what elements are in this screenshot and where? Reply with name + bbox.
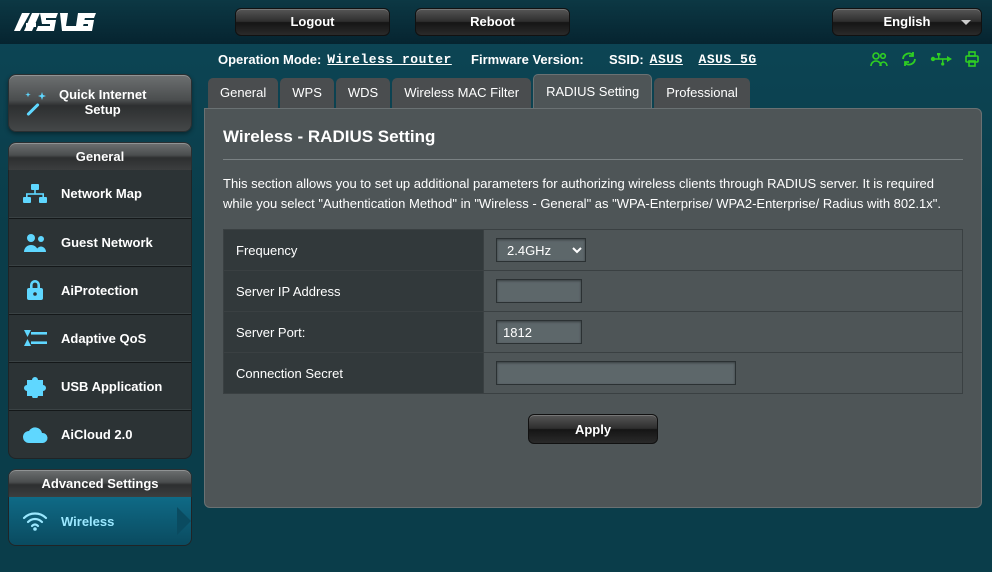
usb-icon[interactable]: [930, 52, 952, 66]
cloud-icon: [21, 421, 49, 449]
settings-form: Frequency 2.4GHz Server IP Address Serve…: [223, 229, 963, 394]
row-connection-secret: Connection Secret: [224, 353, 963, 394]
op-mode-label: Operation Mode:: [218, 52, 321, 67]
language-select[interactable]: English: [832, 8, 982, 36]
page-title: Wireless - RADIUS Setting: [223, 127, 963, 147]
puzzle-icon: [21, 372, 49, 400]
main-content: General WPS WDS Wireless MAC Filter RADI…: [200, 74, 992, 546]
op-mode-value[interactable]: Wireless router: [327, 52, 452, 67]
divider: [223, 159, 963, 160]
server-port-input[interactable]: [496, 320, 582, 344]
tab-radius-setting[interactable]: RADIUS Setting: [533, 74, 652, 108]
sidebar-item-network-map[interactable]: Network Map: [9, 170, 191, 218]
status-icons: [870, 51, 980, 67]
quick-internet-setup[interactable]: Quick Internet Setup: [8, 74, 192, 132]
printer-icon[interactable]: [964, 51, 980, 67]
frequency-select[interactable]: 2.4GHz: [496, 238, 586, 262]
secret-label: Connection Secret: [224, 353, 484, 394]
tab-wds[interactable]: WDS: [336, 78, 390, 108]
logout-button[interactable]: Logout: [235, 8, 390, 36]
sidebar-item-label: Adaptive QoS: [61, 331, 146, 346]
language-label: English: [884, 14, 931, 29]
wand-icon: [21, 89, 49, 117]
sidebar-item-label: AiProtection: [61, 283, 138, 298]
tab-wps[interactable]: WPS: [280, 78, 334, 108]
sidebar-item-guest-network[interactable]: Guest Network: [9, 218, 191, 266]
sidebar-general-menu: Network Map Guest Network AiProtection: [8, 170, 192, 459]
tab-bar: General WPS WDS Wireless MAC Filter RADI…: [204, 74, 982, 108]
settings-panel: Wireless - RADIUS Setting This section a…: [204, 108, 982, 508]
tab-mac-filter[interactable]: Wireless MAC Filter: [392, 78, 531, 108]
page-description: This section allows you to set up additi…: [223, 174, 963, 213]
row-frequency: Frequency 2.4GHz: [224, 230, 963, 271]
reboot-button[interactable]: Reboot: [415, 8, 570, 36]
network-map-icon: [21, 180, 49, 208]
sidebar-item-label: Wireless: [61, 514, 114, 529]
refresh-icon[interactable]: [900, 51, 918, 67]
tab-general[interactable]: General: [208, 78, 278, 108]
sidebar-item-usb-application[interactable]: USB Application: [9, 362, 191, 410]
chevron-down-icon: [961, 20, 971, 30]
row-server-port: Server Port:: [224, 312, 963, 353]
guest-network-icon: [21, 228, 49, 256]
wifi-icon: [21, 507, 49, 535]
sidebar-item-label: Guest Network: [61, 235, 153, 250]
secret-input[interactable]: [496, 361, 736, 385]
sidebar: Quick Internet Setup General Network Map: [0, 74, 200, 546]
sidebar-advanced-menu: Wireless: [8, 497, 192, 546]
fw-label: Firmware Version:: [471, 52, 584, 67]
ssid2-value[interactable]: ASUS_5G: [699, 52, 757, 67]
sidebar-item-aiprotection[interactable]: AiProtection: [9, 266, 191, 314]
sidebar-general-header: General: [8, 142, 192, 170]
sidebar-item-label: AiCloud 2.0: [61, 427, 133, 442]
server-port-label: Server Port:: [224, 312, 484, 353]
server-ip-label: Server IP Address: [224, 271, 484, 312]
frequency-label: Frequency: [224, 230, 484, 271]
sidebar-advanced-header: Advanced Settings: [8, 469, 192, 497]
sidebar-item-label: Network Map: [61, 186, 142, 201]
sidebar-advanced-section: Advanced Settings Wireless: [8, 469, 192, 546]
server-ip-input[interactable]: [496, 279, 582, 303]
ssid-label: SSID:: [609, 52, 644, 67]
ssid1-value[interactable]: ASUS: [650, 52, 683, 67]
tab-professional[interactable]: Professional: [654, 78, 750, 108]
qos-icon: [21, 324, 49, 352]
brand-logo: [10, 11, 210, 33]
sidebar-item-label: USB Application: [61, 379, 162, 394]
sidebar-item-aicloud[interactable]: AiCloud 2.0: [9, 410, 191, 458]
guest-icon[interactable]: [870, 51, 888, 67]
sidebar-general-section: General Network Map Guest Network: [8, 142, 192, 459]
quick-setup-label: Quick Internet Setup: [59, 88, 146, 118]
top-bar: Logout Reboot English: [0, 0, 992, 44]
row-server-ip: Server IP Address: [224, 271, 963, 312]
apply-button[interactable]: Apply: [528, 414, 658, 444]
status-bar: Operation Mode: Wireless router Firmware…: [210, 44, 992, 74]
lock-icon: [21, 276, 49, 304]
sidebar-item-adaptive-qos[interactable]: Adaptive QoS: [9, 314, 191, 362]
sidebar-item-wireless[interactable]: Wireless: [9, 497, 191, 545]
